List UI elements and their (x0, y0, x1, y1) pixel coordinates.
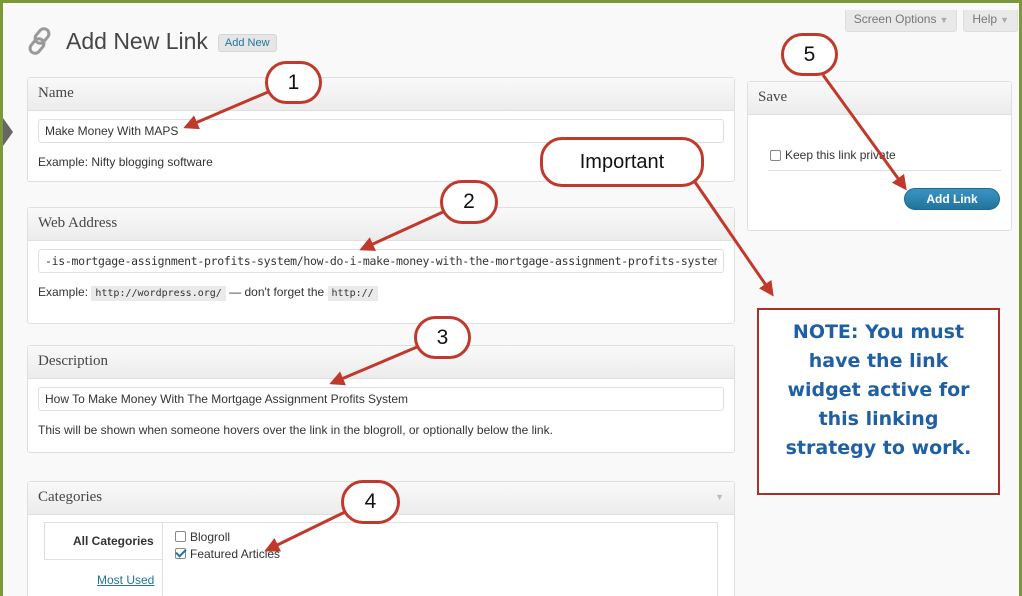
category-label: Featured Articles (190, 546, 281, 561)
hint-code-example: http://wordpress.org/ (91, 286, 226, 301)
category-label: Blogroll (190, 529, 231, 544)
keep-private-label: Keep this link private (785, 148, 896, 162)
checkbox-featured-articles[interactable] (175, 548, 186, 559)
admin-menu-pointer (3, 118, 13, 146)
callout-2: 2 (440, 180, 498, 224)
web-address-hint: Example: http://wordpress.org/ — don't f… (38, 285, 724, 301)
web-address-heading: Web Address (28, 208, 734, 241)
help-label: Help (972, 12, 998, 26)
callout-3: 3 (414, 316, 471, 359)
hint-prefix: Example: (38, 285, 89, 299)
chevron-down-icon: ▼ (939, 15, 949, 25)
category-checklist: Blogroll Featured Articles (162, 522, 718, 596)
note-box: NOTE: You must have the link widget acti… (757, 308, 1000, 495)
save-box: Save Keep this link private Add Link (747, 81, 1012, 231)
add-new-button[interactable]: Add New (217, 34, 277, 52)
description-box: Description This will be shown when some… (27, 345, 735, 453)
divider (768, 170, 1001, 171)
checkbox-blogroll[interactable] (175, 531, 186, 542)
toggle-arrow-icon[interactable]: ▼ (715, 492, 724, 502)
screen-options-button[interactable]: Screen Options ▼ (844, 10, 958, 32)
description-heading: Description (28, 346, 734, 379)
checkbox-keep-private[interactable] (770, 149, 781, 161)
note-line: have the link (808, 350, 949, 372)
name-box-heading: Name (28, 78, 734, 111)
tab-most-used[interactable]: Most Used (44, 560, 162, 587)
note-line: strategy to work. (785, 437, 972, 459)
category-item-featured-articles[interactable]: Featured Articles (175, 545, 705, 562)
link-url-input[interactable] (38, 249, 724, 273)
hint-code-protocol: http:// (327, 286, 378, 301)
note-line: NOTE: You must (792, 321, 965, 343)
hint-middle: — don't forget the (229, 285, 325, 299)
link-chain-icon (28, 27, 51, 55)
callout-important: Important (540, 137, 704, 187)
callout-4: 4 (341, 480, 400, 524)
help-button[interactable]: Help ▼ (963, 10, 1018, 32)
screen-meta-links: Screen Options ▼ Help ▼ (844, 10, 1018, 32)
tab-all-categories[interactable]: All Categories (44, 522, 162, 560)
note-line: this linking (818, 408, 939, 430)
link-description-input[interactable] (38, 387, 724, 411)
callout-1: 1 (265, 61, 322, 104)
page-title: Add New Link (66, 27, 208, 54)
keep-private-option[interactable]: Keep this link private (770, 148, 896, 162)
description-hint: This will be shown when someone hovers o… (38, 423, 553, 437)
note-line: widget active for (787, 379, 970, 401)
callout-5: 5 (781, 33, 838, 76)
web-address-box: Web Address Example: http://wordpress.or… (27, 207, 735, 324)
add-link-button[interactable]: Add Link (904, 188, 1000, 210)
save-heading: Save (748, 82, 1011, 115)
chevron-down-icon: ▼ (1000, 15, 1009, 25)
category-item-blogroll[interactable]: Blogroll (175, 528, 705, 545)
category-tabs: All Categories Most Used (44, 522, 162, 596)
screen-options-label: Screen Options (853, 12, 937, 26)
page-title-row: Add New Link Add New (26, 26, 277, 56)
